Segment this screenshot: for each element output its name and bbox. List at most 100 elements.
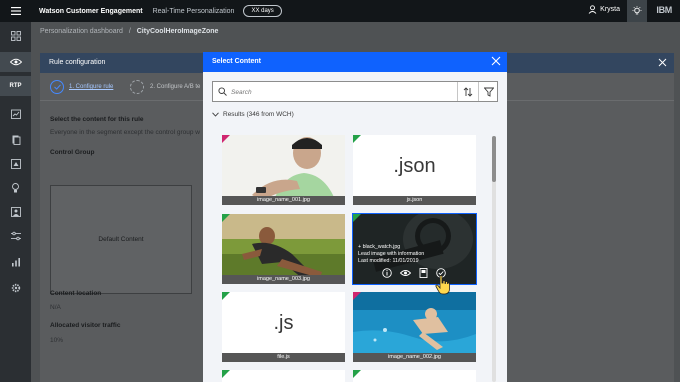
overlay-name: + black_watch.jpg bbox=[358, 244, 401, 250]
hand-cursor-icon bbox=[435, 275, 450, 295]
rule-config-title: Rule configuration bbox=[49, 59, 106, 66]
filter-button[interactable] bbox=[478, 82, 498, 101]
hamburger-menu-button[interactable] bbox=[0, 0, 31, 22]
results-count: Results (346 from WCH) bbox=[223, 111, 294, 118]
sliders-icon bbox=[10, 231, 21, 241]
content-card[interactable]: .js file.js bbox=[222, 292, 345, 362]
sidebar-item-chart-edit[interactable] bbox=[0, 104, 31, 124]
breadcrumb-current: CityCoolHeroImageZone bbox=[136, 28, 219, 35]
content-location-label: Content location bbox=[50, 290, 102, 297]
control-group-label: Control Group bbox=[50, 149, 95, 156]
sidebar-item-settings[interactable] bbox=[0, 278, 31, 298]
eye-icon bbox=[9, 58, 22, 66]
image-thumbnail bbox=[353, 292, 476, 362]
ibm-logo: IBM bbox=[656, 5, 672, 15]
lightbulb-icon bbox=[632, 6, 642, 15]
select-content-modal: Select Content Results (346 from WCH) im… bbox=[203, 52, 507, 382]
sidebar-item-images[interactable] bbox=[0, 202, 31, 222]
close-icon[interactable] bbox=[657, 57, 668, 68]
dashboard-icon bbox=[10, 31, 21, 41]
overlay-description: Lead image with information bbox=[358, 251, 425, 257]
modal-title: Select Content bbox=[212, 58, 262, 65]
step-2-label[interactable]: 2. Configure A/B te bbox=[150, 84, 200, 90]
modal-header: Select Content bbox=[203, 52, 507, 72]
user-menu[interactable]: Krysta bbox=[588, 5, 620, 14]
days-pill[interactable]: XX days bbox=[243, 5, 282, 17]
step-2-indicator bbox=[130, 80, 144, 94]
image-thumbnail bbox=[222, 135, 345, 205]
sidebar-item-rtp[interactable]: RTP bbox=[0, 76, 31, 96]
content-card[interactable]: image_name_003.jpg bbox=[222, 214, 345, 284]
results-toggle[interactable]: Results (346 from WCH) bbox=[212, 111, 294, 118]
card-caption: image_name_003.jpg bbox=[222, 275, 345, 284]
close-icon[interactable] bbox=[490, 55, 502, 67]
step-1-indicator bbox=[50, 80, 64, 94]
sidebar-item-dashboard[interactable] bbox=[0, 26, 31, 46]
content-type-tag bbox=[353, 135, 361, 143]
card-caption: js.json bbox=[353, 196, 476, 205]
content-card-selected[interactable]: + black_watch.jpg Lead image with inform… bbox=[352, 213, 477, 285]
sidebar-item-content[interactable] bbox=[0, 154, 31, 174]
menu-icon bbox=[10, 7, 21, 15]
filter-icon bbox=[483, 87, 494, 97]
top-bar: Watson Customer Engagement Real-Time Per… bbox=[0, 0, 680, 22]
results-scrollbar[interactable] bbox=[492, 136, 496, 382]
select-content-title: Select the content for this rule bbox=[50, 116, 144, 123]
step-1-label[interactable]: 1. Configure rule bbox=[69, 84, 113, 90]
details-icon[interactable] bbox=[419, 268, 428, 278]
content-type-tag bbox=[353, 292, 361, 300]
content-card[interactable] bbox=[353, 370, 476, 382]
sidebar-item-documents[interactable] bbox=[0, 130, 31, 150]
content-type-tag bbox=[353, 214, 361, 222]
sidebar-item-personalization[interactable] bbox=[0, 52, 31, 72]
hover-overlay: + black_watch.jpg Lead image with inform… bbox=[353, 214, 476, 284]
bar-chart-icon bbox=[11, 258, 20, 267]
info-icon[interactable] bbox=[382, 268, 392, 278]
checkmark-icon bbox=[53, 84, 61, 90]
visitor-traffic-label: Allocated visitor traffic bbox=[50, 322, 121, 329]
settings-icon bbox=[11, 283, 20, 293]
content-card[interactable] bbox=[222, 370, 345, 382]
search-input[interactable] bbox=[231, 85, 451, 99]
content-card[interactable]: .json js.json bbox=[353, 135, 476, 205]
content-type-tag bbox=[222, 292, 230, 300]
left-sidebar: RTP bbox=[0, 22, 31, 382]
image-icon bbox=[10, 207, 21, 217]
sidebar-item-settings-sliders[interactable] bbox=[0, 226, 31, 246]
image-thumbnail bbox=[222, 214, 345, 284]
notifications-button[interactable] bbox=[627, 0, 647, 22]
sort-icon bbox=[463, 86, 473, 97]
sidebar-item-ideas[interactable] bbox=[0, 178, 31, 198]
content-type-tag bbox=[353, 370, 361, 378]
file-extension: .json bbox=[393, 155, 436, 177]
overlay-modified: Last modified: 11/01/2019 bbox=[358, 258, 419, 264]
default-content-label: Default Content bbox=[98, 236, 144, 243]
content-type-tag bbox=[222, 214, 230, 222]
card-caption: file.js bbox=[222, 353, 345, 362]
content-card[interactable]: image_name_001.jpg bbox=[222, 135, 345, 205]
search-icon bbox=[218, 87, 227, 96]
sidebar-item-analytics[interactable] bbox=[0, 252, 31, 272]
lightbulb-icon bbox=[12, 183, 19, 193]
content-type-tag bbox=[222, 135, 230, 143]
select-content-desc: Everyone in the segment except the contr… bbox=[50, 129, 200, 136]
file-extension: .js bbox=[273, 312, 294, 334]
content-card[interactable]: image_name_002.jpg bbox=[353, 292, 476, 362]
breadcrumb: Personalization dashboard / CityCoolHero… bbox=[40, 28, 218, 35]
default-content-box[interactable]: Default Content bbox=[50, 185, 192, 294]
breadcrumb-separator: / bbox=[128, 28, 131, 35]
user-name: Krysta bbox=[600, 6, 620, 13]
preview-eye-icon[interactable] bbox=[400, 268, 411, 278]
content-location-value: N/A bbox=[50, 304, 61, 311]
visitor-traffic-value: 10% bbox=[50, 337, 64, 344]
sidebar-rtp-label: RTP bbox=[9, 83, 22, 89]
breadcrumb-parent[interactable]: Personalization dashboard bbox=[40, 28, 123, 35]
content-icon bbox=[10, 159, 21, 169]
sort-button[interactable] bbox=[457, 82, 478, 101]
content-type-tag bbox=[222, 370, 230, 378]
user-icon bbox=[588, 5, 597, 14]
chart-edit-icon bbox=[10, 109, 21, 119]
scrollbar-thumb[interactable] bbox=[492, 136, 496, 182]
card-caption: image_name_001.jpg bbox=[222, 196, 345, 205]
chevron-down-icon bbox=[212, 112, 219, 117]
